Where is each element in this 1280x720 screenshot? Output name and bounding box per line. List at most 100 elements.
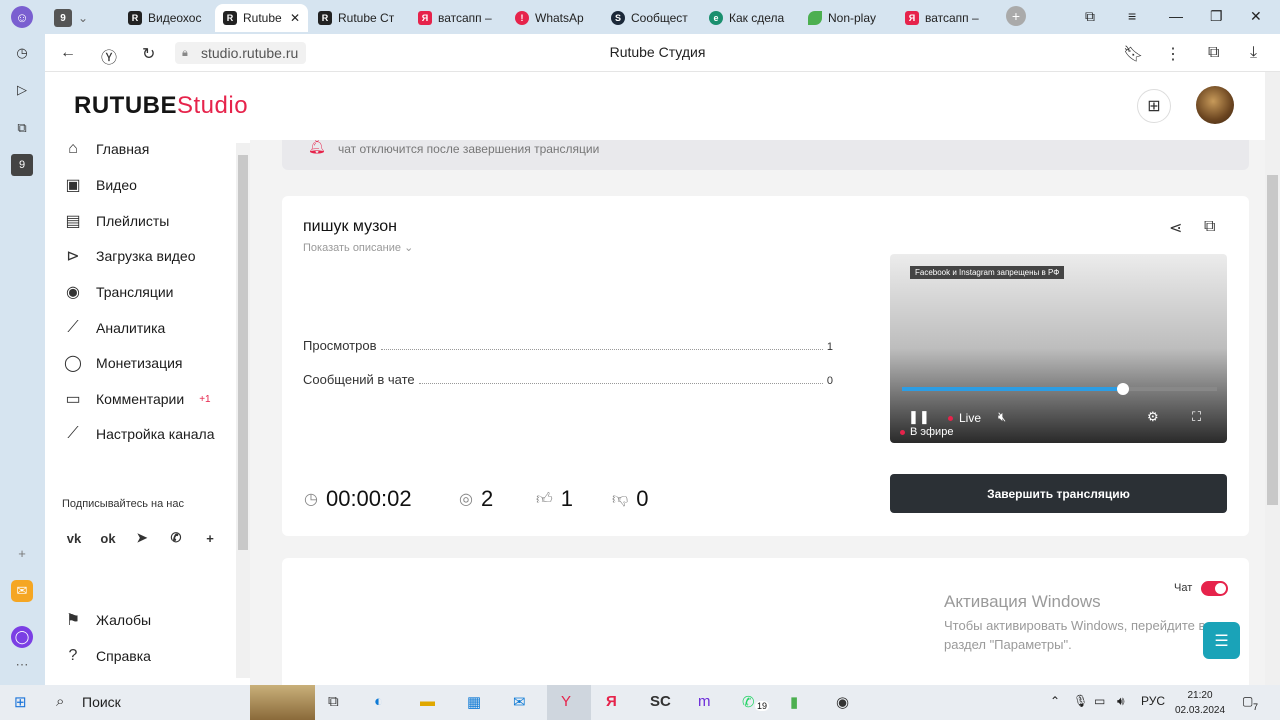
nav-item-monetization[interactable]: ◯ Монетизация bbox=[62, 351, 182, 375]
activation-line1: Чтобы активировать Windows, перейдите в bbox=[944, 618, 1206, 633]
nav-item-complaints[interactable]: ⚑ Жалобы bbox=[62, 608, 151, 632]
whatsapp-icon[interactable]: ✆ bbox=[742, 693, 755, 711]
pause-icon[interactable]: ❚❚ bbox=[908, 409, 930, 425]
history-icon[interactable]: ◷ bbox=[11, 42, 33, 64]
nav-item-broadcasts[interactable]: ◉ Трансляции bbox=[62, 280, 173, 304]
share-icon[interactable]: ⋖ bbox=[1169, 218, 1182, 238]
mail-icon[interactable]: ✉ bbox=[513, 693, 526, 711]
tab-group-counter[interactable]: 9 ⌄ bbox=[50, 4, 92, 32]
end-stream-button[interactable]: Завершить трансляцию bbox=[890, 474, 1227, 513]
new-tab-icon[interactable]: + bbox=[1006, 6, 1026, 26]
rutube-icon: R bbox=[128, 11, 142, 25]
tab-count-icon[interactable]: 9 bbox=[11, 154, 33, 176]
avatar[interactable] bbox=[1196, 86, 1234, 124]
nav-scrollbar-thumb[interactable] bbox=[238, 155, 248, 550]
tab-rutube-studio[interactable]: R Rutube Ст bbox=[310, 4, 405, 32]
search-icon[interactable]: ⌕ bbox=[56, 693, 64, 710]
page-scrollbar-thumb[interactable] bbox=[1267, 175, 1278, 505]
more-vert-icon[interactable]: ⋮ bbox=[1165, 44, 1181, 64]
tray-chevron-icon[interactable]: ⌃ bbox=[1050, 694, 1060, 708]
stream-card: пишук музон Показать описание ⌄ ⋖ ⧉ Прос… bbox=[282, 196, 1249, 536]
nav-item-playlists[interactable]: ▤ Плейлисты bbox=[62, 209, 169, 233]
language-indicator[interactable]: РУС bbox=[1141, 694, 1165, 708]
telegram-icon[interactable]: ➤ bbox=[129, 525, 155, 551]
stream-preview-player[interactable]: Facebook и Instagram запрещены в РФ ❚❚ L… bbox=[890, 254, 1227, 443]
close-icon[interactable]: ✕ bbox=[290, 11, 300, 25]
downloads-icon[interactable]: ⤓ bbox=[1250, 44, 1257, 62]
tab-whatsapp[interactable]: ! WhatsAp bbox=[507, 4, 599, 32]
dislikes-metric: 👎︎ 0 bbox=[612, 486, 649, 512]
add-panel-icon[interactable]: + bbox=[11, 542, 33, 564]
rutube-studio-logo[interactable]: RUTUBEStudio bbox=[74, 92, 248, 120]
play-icon[interactable]: ▷ bbox=[11, 79, 33, 101]
vk-icon[interactable]: vk bbox=[61, 525, 87, 551]
more-icon[interactable]: ⋯ bbox=[11, 654, 33, 676]
tab-rutube-active[interactable]: R Rutube ✕ bbox=[215, 4, 308, 32]
taskbar-search[interactable]: Поиск bbox=[82, 694, 121, 710]
screenshot-icon[interactable]: ⧉ bbox=[11, 117, 33, 139]
windows-start-icon[interactable]: ⊞ bbox=[14, 693, 27, 711]
store-icon[interactable]: ▦ bbox=[467, 693, 481, 711]
tab-howto[interactable]: e Как сдела bbox=[701, 4, 793, 32]
extensions-icon[interactable]: ⧉ bbox=[1208, 44, 1219, 62]
explorer-icon[interactable]: ▬ bbox=[420, 693, 435, 710]
taskbar-clock[interactable]: 21:20 02.03.2024 bbox=[1170, 688, 1230, 718]
minimize-icon[interactable]: — bbox=[1169, 8, 1183, 24]
game-icon[interactable]: ▮ bbox=[790, 693, 798, 711]
live-label[interactable]: Live bbox=[948, 411, 981, 425]
settings-icon[interactable]: ⚙ bbox=[1147, 409, 1159, 425]
fullscreen-icon[interactable]: ⛶ bbox=[1192, 409, 1201, 425]
sg-app-icon[interactable]: SC bbox=[650, 693, 671, 710]
mute-icon[interactable]: 🔇︎ bbox=[998, 409, 1006, 425]
mic-icon[interactable]: 🎙︎ bbox=[1073, 694, 1088, 708]
nav-item-upload[interactable]: ⊳ Загрузка видео bbox=[62, 244, 195, 268]
nav-item-comments[interactable]: ▭ Комментарии +1 bbox=[62, 387, 210, 411]
chat-fab-button[interactable]: ☰ bbox=[1203, 622, 1240, 659]
tab-steam[interactable]: S Сообщест bbox=[603, 4, 695, 32]
tab-label: Как сдела bbox=[729, 11, 785, 25]
stat-value: 0 bbox=[826, 375, 833, 387]
task-view-icon[interactable]: ⧉ bbox=[328, 693, 339, 710]
external-link-icon[interactable]: ⧉ bbox=[1204, 218, 1215, 236]
close-window-icon[interactable]: ✕ bbox=[1250, 8, 1262, 25]
tab-yandex-1[interactable]: Я ватсапп – bbox=[410, 4, 502, 32]
profile-icon[interactable]: ☺ bbox=[11, 6, 33, 28]
page-title: Rutube Студия bbox=[609, 44, 706, 60]
tab-yandex-2[interactable]: Я ватсапп – bbox=[897, 4, 989, 32]
bookmark-icon[interactable]: 🔖︎ bbox=[1123, 44, 1143, 64]
edge-icon[interactable]: ◐ bbox=[374, 693, 383, 710]
more-social-icon[interactable]: + bbox=[197, 525, 223, 551]
restore-icon[interactable]: ❐ bbox=[1210, 8, 1223, 25]
menu-icon[interactable]: ≡ bbox=[1128, 8, 1136, 24]
analytics-icon: ⟋ bbox=[67, 319, 79, 336]
obs-icon[interactable]: ◉ bbox=[836, 693, 849, 711]
on-air-label: В эфире bbox=[900, 426, 953, 438]
ok-icon[interactable]: ok bbox=[95, 525, 121, 551]
stat-chat-messages: Сообщений в чате 0 bbox=[303, 372, 833, 387]
nav-item-home[interactable]: ⌂ Главная bbox=[62, 137, 149, 161]
help-icon: ? bbox=[68, 647, 78, 664]
yandex-icon[interactable]: Я bbox=[606, 693, 617, 710]
notifications-icon[interactable]: ▢ bbox=[1242, 694, 1253, 708]
volume-icon[interactable]: 🔊︎ bbox=[1117, 694, 1125, 709]
player-banner: Facebook и Instagram запрещены в РФ bbox=[910, 266, 1065, 279]
nav-item-analytics[interactable]: ⟋ Аналитика bbox=[62, 316, 165, 340]
viber-icon[interactable]: ✆ bbox=[163, 525, 189, 551]
nav-item-channel-settings[interactable]: ⟋ Настройка канала bbox=[62, 422, 214, 446]
progress-bar[interactable] bbox=[902, 383, 1217, 395]
mu-app-icon[interactable]: m bbox=[698, 693, 711, 710]
alice-icon[interactable]: ◯ bbox=[11, 626, 33, 648]
nav-item-video[interactable]: ▣ Видео bbox=[62, 173, 136, 197]
nav-item-help[interactable]: ? Справка bbox=[62, 644, 151, 668]
mail-icon[interactable]: ✉ bbox=[11, 580, 33, 602]
network-icon[interactable]: ▭ bbox=[1094, 694, 1105, 708]
progress-knob[interactable] bbox=[1116, 383, 1129, 395]
add-content-button[interactable]: ⊞ bbox=[1137, 89, 1171, 123]
tab-nonplay[interactable]: Non-play bbox=[800, 4, 892, 32]
thumbs-up-icon: 👍︎ bbox=[536, 490, 553, 508]
collections-icon[interactable]: ⧉ bbox=[1085, 8, 1095, 25]
show-description-link[interactable]: Показать описание ⌄ bbox=[303, 241, 413, 254]
yandex-browser-active[interactable]: Y bbox=[547, 685, 591, 720]
tab-videohost[interactable]: R Видеохос bbox=[120, 4, 215, 32]
windows-activation-watermark: Активация Windows Чтобы активировать Win… bbox=[944, 592, 1205, 654]
